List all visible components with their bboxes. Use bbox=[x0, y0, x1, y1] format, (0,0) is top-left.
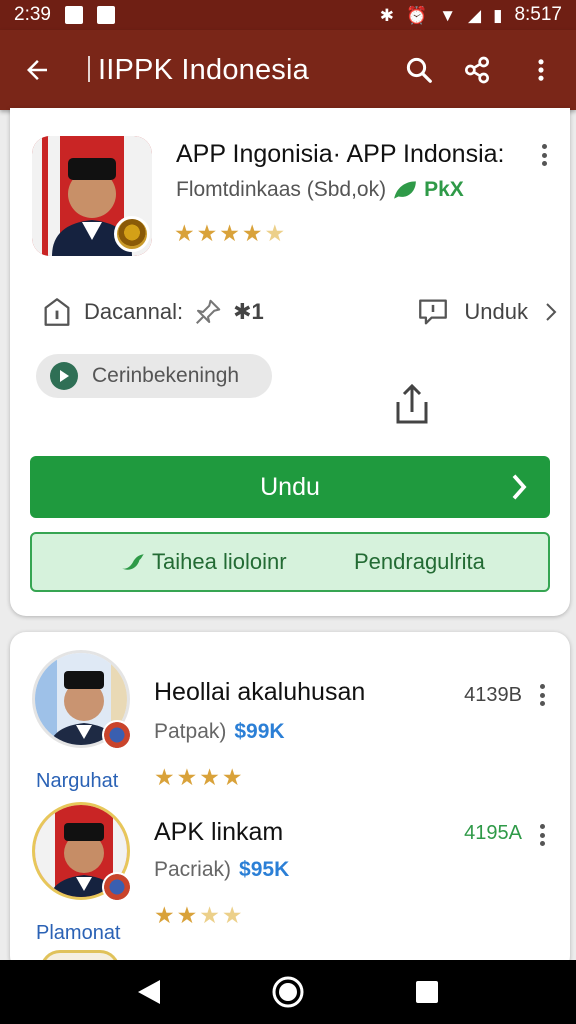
meta-row: Dacannal: ✱1 Unduk bbox=[40, 290, 560, 334]
secondary-label-2[interactable]: Pendragulrita bbox=[354, 549, 485, 575]
list-item-price: $95K bbox=[239, 858, 290, 881]
back-button[interactable] bbox=[0, 30, 74, 110]
list-item-sub-label: Pacriak) bbox=[154, 858, 232, 881]
nav-recents-button[interactable] bbox=[407, 972, 447, 1012]
secondary-button[interactable]: Taihea lioloinr Pendragulrita bbox=[30, 532, 550, 592]
rating-stars: ★ ★ ★ ★ ★ bbox=[174, 222, 285, 245]
star-icon: ★ bbox=[221, 902, 243, 928]
overflow-menu-button[interactable] bbox=[506, 30, 576, 110]
status-bar: 2:39 ✱ ⏰ ▼ ◢ ▮ 8:517 bbox=[0, 0, 576, 30]
install-button[interactable]: Undu bbox=[30, 456, 550, 518]
notification-icon bbox=[64, 6, 83, 24]
app-detail-card: APP Ingonisia· APP Indonsia: Flomtdinkaa… bbox=[10, 108, 570, 616]
install-label: Undu bbox=[260, 472, 320, 501]
share-icon bbox=[396, 383, 428, 424]
app-badge bbox=[114, 216, 150, 252]
list-item-sub-label: Patpak) bbox=[154, 720, 227, 743]
back-arrow-icon bbox=[27, 60, 47, 80]
leaf-icon bbox=[394, 181, 416, 199]
avatar-badge bbox=[102, 872, 132, 902]
app-title: IIPPK Indonesia bbox=[74, 54, 390, 87]
list-item-count: 4195A bbox=[464, 822, 522, 844]
chevron-right-icon bbox=[546, 303, 557, 321]
recents-square-icon bbox=[415, 981, 438, 1003]
star-icon: ★ bbox=[154, 764, 175, 790]
star-icon: ★ bbox=[199, 764, 220, 790]
list-item-more-button[interactable] bbox=[532, 820, 552, 850]
play-icon bbox=[50, 362, 78, 390]
nav-back-button[interactable] bbox=[129, 972, 169, 1012]
reviews-label: Unduk bbox=[464, 299, 528, 324]
list-item-subtitle: Pacriak) $95K bbox=[154, 858, 289, 882]
list-item-title: APK linkam bbox=[154, 818, 284, 846]
share-network-button[interactable] bbox=[448, 30, 506, 110]
star-icon: ★ bbox=[154, 902, 175, 928]
star-half-icon: ★ bbox=[264, 220, 286, 246]
share-network-icon bbox=[465, 56, 489, 84]
star-icon: ★ bbox=[221, 764, 243, 790]
reviews-link[interactable]: Unduk bbox=[416, 295, 560, 329]
app-more-button[interactable] bbox=[534, 140, 554, 170]
list-item-caption: Narguhat bbox=[36, 770, 119, 792]
list-item-price: $99K bbox=[234, 720, 285, 743]
more-vert-icon bbox=[538, 59, 544, 81]
bird-icon bbox=[122, 554, 144, 570]
status-clock: 8:517 bbox=[514, 4, 562, 25]
downloads-count: ✱1 bbox=[233, 299, 264, 324]
app-tag: PkX bbox=[424, 178, 464, 201]
avatar-badge bbox=[102, 720, 132, 750]
downloads-label: Dacannal: bbox=[84, 299, 184, 324]
developer-label: Flomtdinkaas (Sbd,ok) bbox=[176, 178, 387, 201]
list-item[interactable]: Narguhat Heollai akaluhusan Patpak) $99K … bbox=[10, 648, 570, 798]
nav-home-button[interactable] bbox=[268, 972, 308, 1012]
search-button[interactable] bbox=[390, 30, 448, 110]
star-icon: ★ bbox=[196, 220, 218, 246]
list-item[interactable]: Plamonat APK linkam Pacriak) $95K 4195A ★… bbox=[10, 800, 570, 950]
chevron-right-icon bbox=[512, 474, 527, 500]
rating-stars: ★ ★ ★ ★ bbox=[154, 766, 243, 789]
star-icon: ★ bbox=[199, 902, 220, 928]
list-item-subtitle: Patpak) $99K bbox=[154, 720, 285, 744]
battery-icon: ▮ bbox=[493, 5, 503, 25]
notification-icon-2 bbox=[96, 6, 115, 24]
app-name: APP Ingonisia· APP Indonsia: bbox=[176, 140, 505, 168]
back-triangle-icon bbox=[138, 980, 161, 1004]
system-nav-bar bbox=[0, 960, 576, 1024]
chip-label: Cerinbekeningh bbox=[92, 364, 240, 387]
list-item-count: 4139B bbox=[464, 684, 522, 706]
rating-stars: ★ ★ ★ ★ bbox=[154, 904, 243, 927]
list-item-more-button[interactable] bbox=[532, 680, 552, 710]
alarm-icon: ⏰ bbox=[406, 5, 428, 25]
bluetooth-icon: ✱ bbox=[379, 5, 395, 25]
star-icon: ★ bbox=[176, 764, 198, 790]
status-time: 2:39 bbox=[14, 4, 51, 25]
list-item-caption: Plamonat bbox=[36, 922, 121, 944]
pin-icon bbox=[196, 299, 221, 324]
downloads-info[interactable]: Dacannal: ✱1 bbox=[40, 295, 264, 329]
star-icon: ★ bbox=[174, 220, 195, 246]
signal-icon: ◢ bbox=[468, 5, 482, 25]
secondary-label-1: Taihea lioloinr bbox=[152, 549, 287, 574]
share-button[interactable] bbox=[392, 380, 432, 428]
app-list-card: Narguhat Heollai akaluhusan Patpak) $99K … bbox=[10, 632, 570, 972]
star-icon: ★ bbox=[219, 220, 240, 246]
comment-icon bbox=[419, 299, 448, 325]
star-icon: ★ bbox=[176, 902, 198, 928]
wifi-icon: ▼ bbox=[439, 5, 457, 25]
search-icon bbox=[406, 57, 432, 83]
list-item-title: Heollai akaluhusan bbox=[154, 678, 366, 706]
home-circle-icon bbox=[272, 976, 304, 1008]
app-bar: IIPPK Indonesia bbox=[0, 30, 576, 110]
star-icon: ★ bbox=[241, 220, 263, 246]
app-developer: Flomtdinkaas (Sbd,ok) PkX bbox=[176, 178, 464, 202]
info-icon bbox=[44, 298, 70, 326]
secondary-left[interactable]: Taihea lioloinr bbox=[120, 549, 287, 575]
category-chip[interactable]: Cerinbekeningh bbox=[36, 354, 272, 398]
